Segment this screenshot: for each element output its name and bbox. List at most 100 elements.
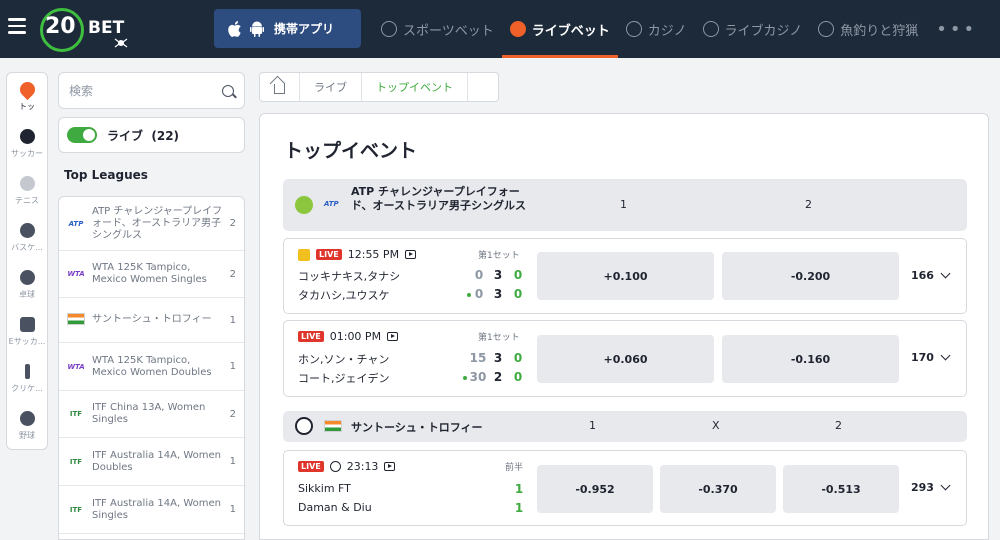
column-header-2: 2 bbox=[805, 198, 812, 211]
event-time: 12:55 PM bbox=[347, 248, 400, 261]
main-nav: スポーツベット ライブベット カジノ ライブカジノ 魚釣りと狩猟 ••• bbox=[373, 0, 977, 58]
score-sets: 0 bbox=[513, 268, 523, 282]
odds-button-x[interactable]: -0.370 bbox=[660, 465, 776, 513]
tennis-ball-icon bbox=[295, 196, 313, 214]
league-name: サントーシュ・トロフィー bbox=[351, 421, 483, 434]
league-item[interactable]: ITF ITF Australia 14A, Women Singles 1 bbox=[59, 486, 244, 534]
column-header-x: X bbox=[712, 419, 720, 432]
odds-button-2[interactable]: -0.160 bbox=[722, 335, 899, 383]
live-switch[interactable] bbox=[67, 127, 97, 143]
home-icon bbox=[274, 83, 285, 94]
league-item[interactable]: ATP ATP チャレンジャープレイフォード、オーストラリア男子シングルス 2 bbox=[59, 197, 244, 251]
league-item[interactable]: WTA WTA 125K Tampico, Mexico Women Singl… bbox=[59, 251, 244, 298]
atp-logo-icon: ATP bbox=[324, 200, 339, 208]
odds-button-2[interactable]: -0.200 bbox=[722, 252, 899, 300]
team-home: コッキナキス,タナシ bbox=[298, 270, 401, 283]
live-badge: LIVE bbox=[298, 461, 324, 472]
event-row[interactable]: LIVE 12:55 PM 第1セット コッキナキス,タナシ タカハシ,ユウスケ… bbox=[283, 238, 967, 314]
tennis-icon bbox=[19, 175, 35, 191]
column-header-1: 1 bbox=[589, 419, 596, 432]
chevron-down-icon bbox=[940, 480, 951, 491]
chevron-down-icon bbox=[940, 268, 951, 279]
search-box[interactable]: 検索 bbox=[58, 72, 245, 109]
league-item[interactable]: ITF ITF Australia 14A, Women Doubles 1 bbox=[59, 438, 244, 486]
live-stream-icon[interactable] bbox=[387, 332, 399, 341]
league-group-header[interactable]: ATP ATP チャレンジャープレイフォード、オーストラリア男子シングルス 1 … bbox=[283, 179, 967, 231]
breadcrumb-home[interactable] bbox=[260, 73, 300, 101]
live-badge: LIVE bbox=[316, 249, 342, 260]
event-time: 01:00 PM bbox=[329, 330, 382, 343]
more-markets-button[interactable]: 166 bbox=[911, 268, 951, 282]
fire-icon bbox=[16, 78, 38, 100]
breadcrumb: ライブ トップイベント bbox=[259, 72, 499, 102]
column-header-2: 2 bbox=[835, 419, 842, 432]
league-item[interactable]: WTA WTA 125K Tampico, Mexico Women Doubl… bbox=[59, 343, 244, 391]
more-markets-button[interactable]: 170 bbox=[911, 350, 951, 364]
league-item[interactable]: サントーシュ・トロフィー 1 bbox=[59, 298, 244, 343]
more-markets-button[interactable]: 293 bbox=[911, 480, 951, 494]
odds-button-1[interactable]: -0.952 bbox=[537, 465, 653, 513]
rail-item-top[interactable]: トッ bbox=[7, 73, 47, 120]
rail-item-cricket[interactable]: クリケ... bbox=[7, 355, 47, 402]
itf-logo-icon: ITF bbox=[69, 457, 83, 466]
column-header-1: 1 bbox=[620, 198, 627, 211]
sport-icon-rail: トッ サッカー テニス バスケ... 卓球 Eサッカ... クリケ... 野球 bbox=[6, 72, 48, 450]
live-stream-icon[interactable] bbox=[384, 462, 396, 471]
score-sets: 0 bbox=[513, 287, 523, 301]
hamburger-menu-icon[interactable] bbox=[8, 18, 26, 34]
rail-item-table-tennis[interactable]: 卓球 bbox=[7, 261, 47, 308]
team-away: タカハシ,ユウスケ bbox=[298, 289, 390, 302]
breadcrumb-top-events[interactable]: トップイベント bbox=[362, 73, 468, 101]
score-points: 0 bbox=[474, 268, 484, 282]
live-stream-icon[interactable] bbox=[405, 250, 417, 259]
score-away: 1 bbox=[514, 501, 524, 515]
league-group-header[interactable]: サントーシュ・トロフィー 1 X 2 bbox=[283, 411, 967, 442]
esoccer-icon bbox=[19, 316, 35, 332]
nav-casino[interactable]: カジノ bbox=[618, 0, 695, 58]
odds-button-1[interactable]: +0.100 bbox=[537, 252, 714, 300]
event-row[interactable]: LIVE 01:00 PM 第1セット ホン,ソン・チャン コート,ジェイデン … bbox=[283, 320, 967, 397]
rail-item-esoccer[interactable]: Eサッカ... bbox=[7, 308, 47, 355]
wta-logo-icon: WTA bbox=[67, 270, 85, 278]
match-tracker-icon[interactable] bbox=[298, 248, 310, 261]
soccer-ball-icon bbox=[295, 417, 313, 435]
event-period: 第1セット bbox=[478, 333, 520, 343]
mobile-app-label: 携帯アプリ bbox=[274, 22, 335, 36]
nav-live-betting[interactable]: ライブベット bbox=[501, 0, 618, 58]
score-points: 30 bbox=[469, 370, 487, 384]
score-games: 3 bbox=[493, 268, 503, 282]
breadcrumb-live[interactable]: ライブ bbox=[300, 73, 362, 101]
stopwatch-icon bbox=[329, 461, 341, 472]
odds-button-1[interactable]: +0.060 bbox=[537, 335, 714, 383]
site-logo[interactable]: 20 BET bbox=[40, 4, 140, 54]
live-badge: LIVE bbox=[298, 331, 324, 342]
mobile-app-button[interactable]: 携帯アプリ bbox=[214, 9, 361, 48]
basketball-icon bbox=[19, 222, 35, 238]
rail-item-tennis[interactable]: テニス bbox=[7, 167, 47, 214]
odds-button-2[interactable]: -0.513 bbox=[783, 465, 899, 513]
top-navigation-bar: 20 BET 携帯アプリ スポーツベット ライブベット カジノ ライブカジノ 魚… bbox=[0, 0, 1000, 58]
event-row[interactable]: LIVE 23:13 前半 Sikkim FT Daman & Diu 1 1 … bbox=[283, 450, 967, 526]
itf-logo-icon: ITF bbox=[69, 505, 83, 514]
live-toggle[interactable]: ライブ (22) bbox=[58, 117, 245, 153]
search-icon[interactable] bbox=[222, 84, 234, 97]
serving-indicator bbox=[463, 376, 467, 380]
more-menu-icon[interactable]: ••• bbox=[926, 19, 977, 40]
rail-item-soccer[interactable]: サッカー bbox=[7, 120, 47, 167]
rail-item-basketball[interactable]: バスケ... bbox=[7, 214, 47, 261]
baseball-icon bbox=[19, 410, 35, 426]
league-item[interactable]: ITF ITF China 13A, Women Singles 2 bbox=[59, 391, 244, 438]
cards-icon bbox=[702, 21, 719, 37]
nav-live-casino[interactable]: ライブカジノ bbox=[695, 0, 811, 58]
score-sets: 0 bbox=[513, 351, 523, 365]
main-panel: トップイベント ATP ATP チャレンジャープレイフォード、オーストラリア男子… bbox=[259, 113, 989, 540]
nav-fishing-hunting[interactable]: 魚釣りと狩猟 bbox=[810, 0, 926, 58]
nav-sports-betting[interactable]: スポーツベット bbox=[373, 0, 502, 58]
score-sets: 0 bbox=[513, 370, 523, 384]
search-input[interactable]: 検索 bbox=[69, 82, 222, 99]
atp-logo-icon: ATP bbox=[68, 219, 84, 228]
team-away: Daman & Diu bbox=[298, 501, 372, 514]
casino-chip-icon bbox=[625, 21, 642, 37]
itf-logo-icon: ITF bbox=[69, 410, 83, 418]
rail-item-baseball[interactable]: 野球 bbox=[7, 402, 47, 449]
